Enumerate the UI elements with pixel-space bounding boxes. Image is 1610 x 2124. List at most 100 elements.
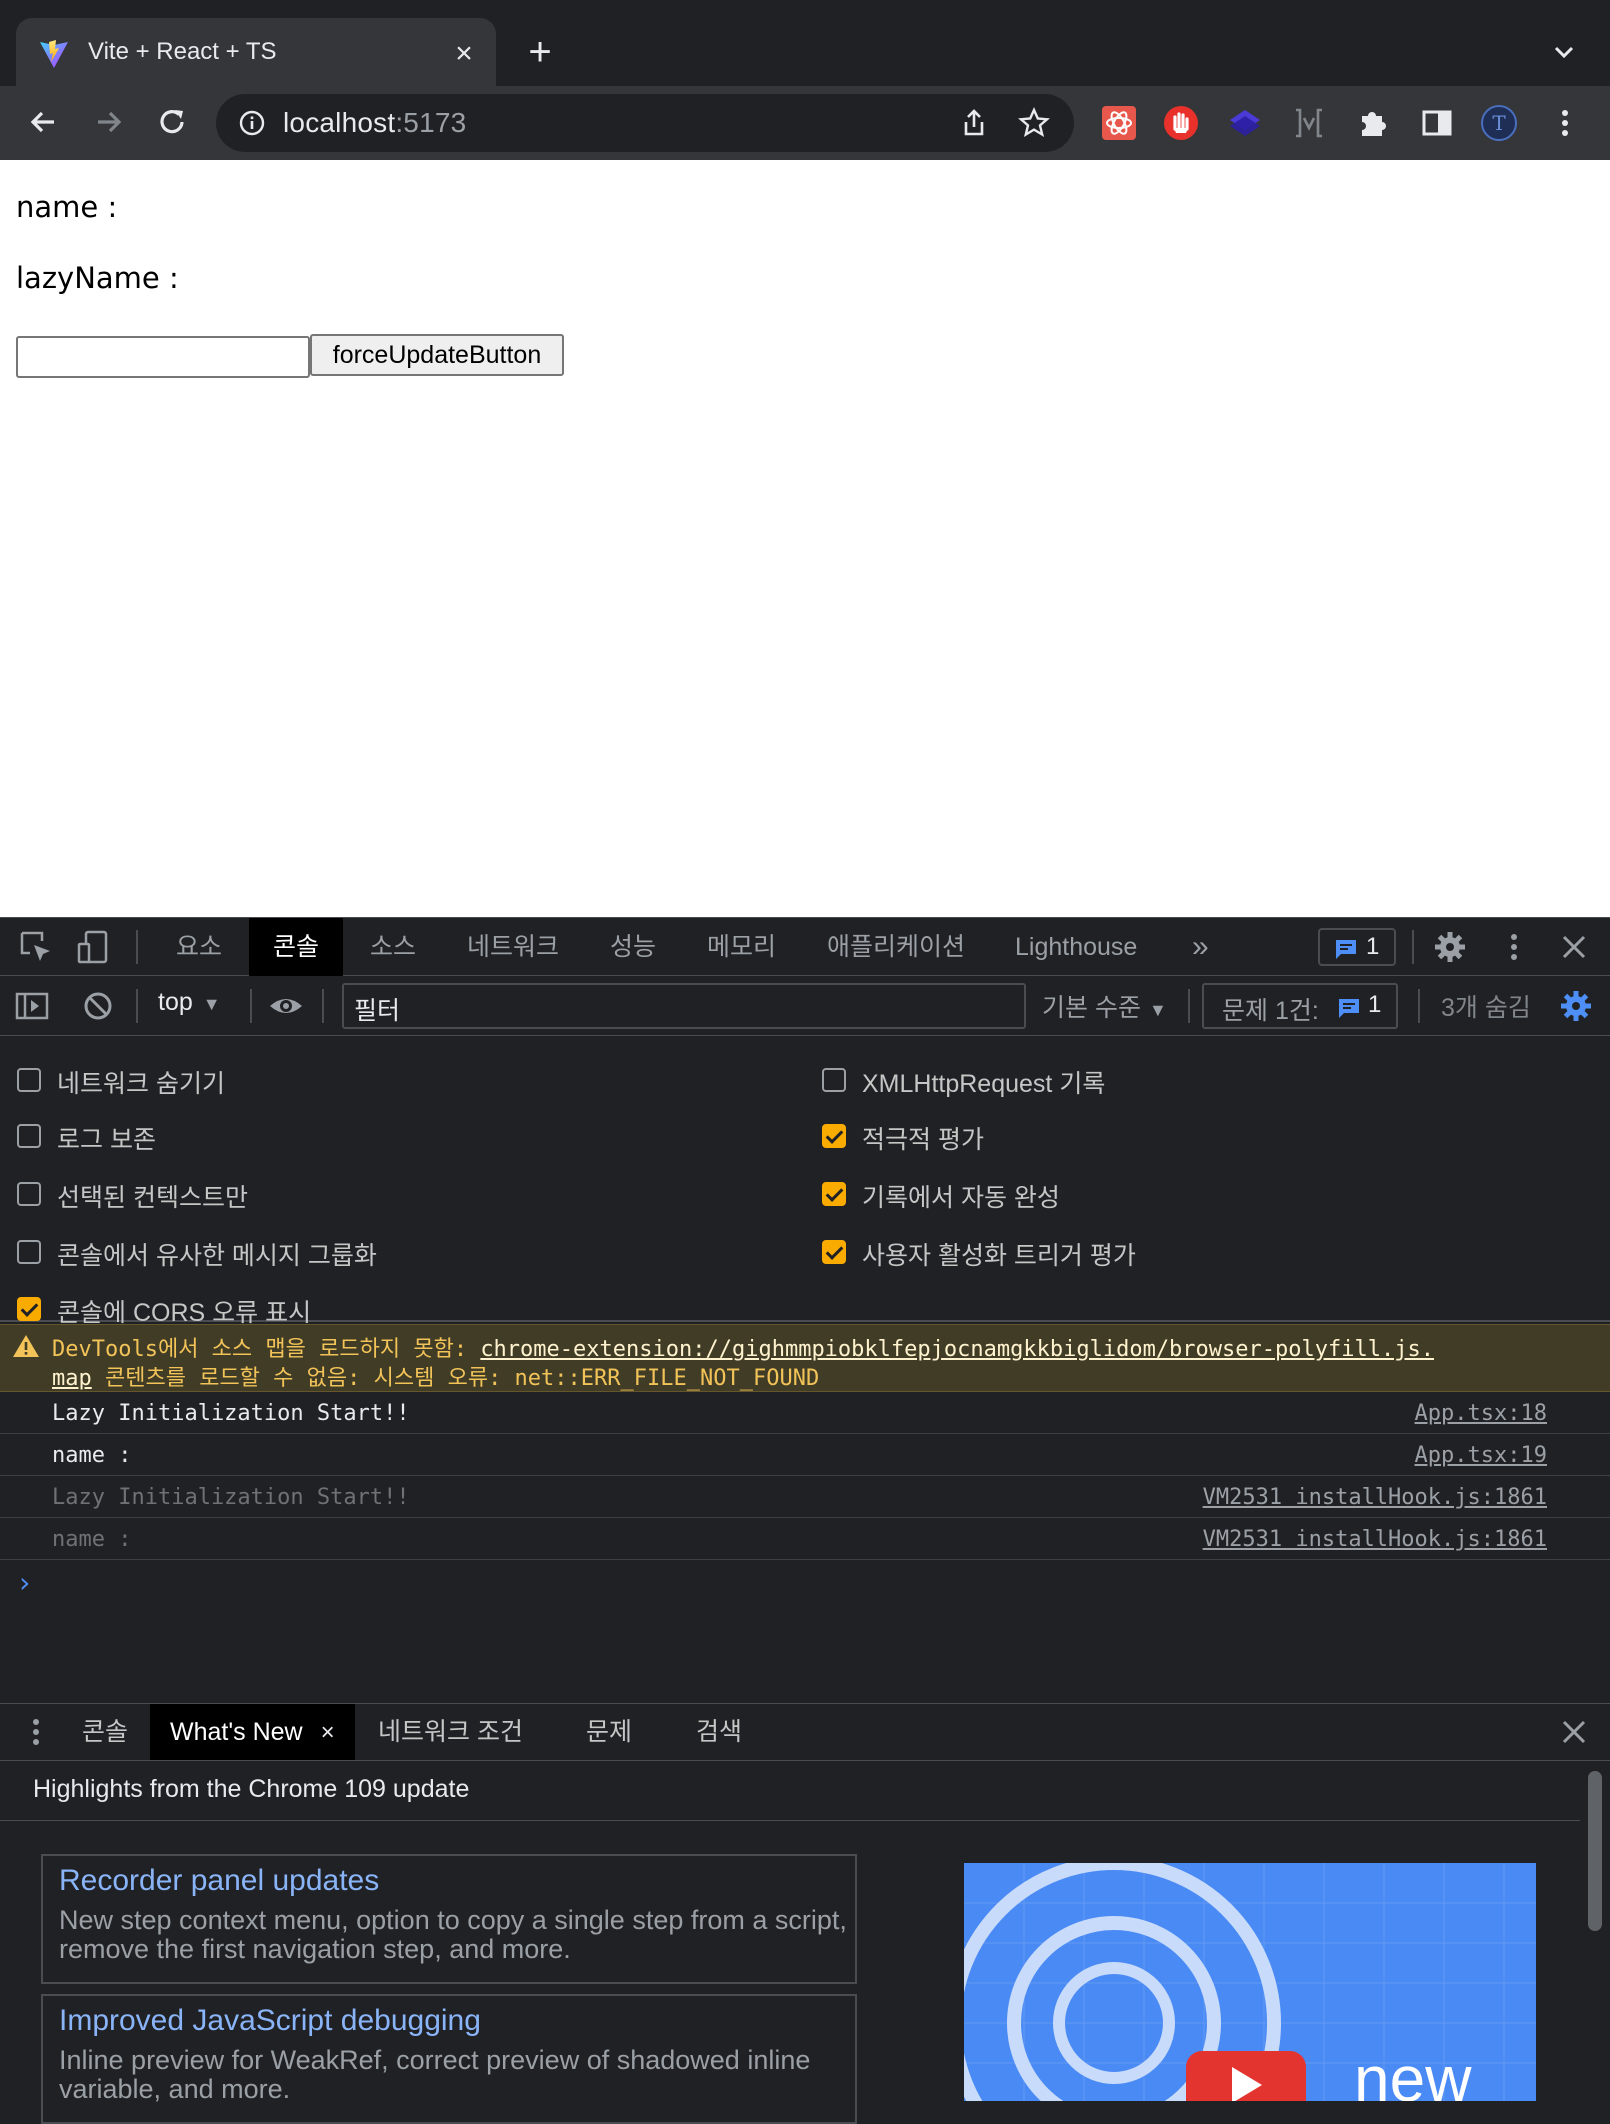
checkbox[interactable]	[17, 1068, 41, 1092]
checkbox[interactable]	[822, 1068, 846, 1092]
console-issues-button[interactable]: 문제 1건: 1	[1202, 983, 1398, 1029]
tab-strip: Vite + React + TS × +	[0, 0, 1610, 86]
console-settings-gear-icon[interactable]	[1558, 988, 1594, 1024]
checkbox[interactable]	[17, 1124, 41, 1148]
inspect-element-icon[interactable]	[18, 929, 54, 965]
log-source-link[interactable]: VM2531 installHook.js:1861	[1203, 1527, 1547, 1552]
separator	[322, 989, 324, 1023]
whats-new-panel: Highlights from the Chrome 109 update Re…	[0, 1761, 1610, 2124]
feature-card-description: Inline preview for WeakRef, correct prev…	[59, 2045, 811, 2104]
tab-network[interactable]: 네트워크	[443, 918, 583, 976]
drawer-menu-icon[interactable]	[18, 1714, 54, 1750]
feature-card[interactable]: Recorder panel updates New step context …	[41, 1854, 857, 1984]
drawer-tab-search[interactable]: 검색	[676, 1704, 762, 1760]
tab-elements[interactable]: 요소	[152, 918, 246, 976]
log-source-link[interactable]: App.tsx:18	[1415, 1401, 1547, 1426]
tab-lighthouse[interactable]: Lighthouse	[991, 918, 1161, 976]
chrome-menu-icon[interactable]	[1546, 104, 1584, 142]
checkbox-checked[interactable]	[822, 1124, 846, 1148]
layers-extension-icon[interactable]	[1226, 104, 1264, 142]
tab-application[interactable]: 애플리케이션	[803, 918, 989, 976]
tab-memory[interactable]: 메모리	[683, 918, 800, 976]
checkbox-checked[interactable]	[822, 1182, 846, 1206]
profile-avatar-icon[interactable]: T	[1480, 104, 1518, 142]
tab-console[interactable]: 콘솔	[249, 918, 344, 976]
drawer-tab-whats-new[interactable]: What's New ×	[150, 1704, 355, 1760]
tab-title: Vite + React + TS	[88, 38, 277, 65]
issue-message-icon	[1336, 940, 1356, 959]
browser-tab[interactable]: Vite + React + TS ×	[16, 18, 496, 86]
source-map-link[interactable]: chrome-extension://gighmmpiobklfepjocnam…	[480, 1337, 1434, 1362]
feature-card[interactable]: Improved JavaScript debugging Inline pre…	[41, 1994, 857, 2124]
drawer-tab-console[interactable]: 콘솔	[62, 1704, 148, 1760]
new-tab-icon[interactable]: +	[518, 30, 562, 74]
tab-close-icon[interactable]: ×	[444, 34, 484, 74]
issue-message-icon	[1339, 999, 1359, 1018]
dropdown-caret-icon: ▼	[1148, 1000, 1167, 1020]
more-tabs-chevron-icon[interactable]: »	[1168, 918, 1233, 976]
source-map-link-continued[interactable]: map	[52, 1366, 92, 1391]
log-source-link[interactable]: App.tsx:19	[1415, 1443, 1547, 1468]
separator	[250, 989, 252, 1023]
devtools-menu-icon[interactable]	[1496, 929, 1532, 965]
log-level-dropdown[interactable]: 기본 수준 ▼	[1042, 988, 1167, 1024]
console-warning-message: DevTools에서 소스 맵을 로드하지 못함: chrome-extensi…	[0, 1324, 1610, 1392]
console-prompt-input[interactable]: ›	[16, 1566, 33, 1599]
lazy-name-label: lazyName :	[16, 261, 179, 295]
console-settings: 네트워크 숨기기 로그 보존 선택된 컨텍스트만 콘솔에서 유사한 메시지 그룹…	[0, 1036, 1610, 1327]
dropdown-caret-icon: ▼	[202, 994, 221, 1014]
page-viewport: name : lazyName : forceUpdateButton	[0, 160, 1610, 917]
warning-triangle-icon	[13, 1335, 39, 1357]
bracket-extension-icon[interactable]	[1290, 104, 1328, 142]
bookmark-star-icon[interactable]	[1018, 107, 1050, 139]
adblock-extension-icon[interactable]	[1162, 104, 1200, 142]
checkbox[interactable]	[17, 1182, 41, 1206]
console-toolbar: top ▼ 필터 기본 수준 ▼ 문제 1건: 1 3개 숨김	[0, 976, 1610, 1036]
hidden-messages-count: 3개 숨김	[1441, 994, 1531, 1022]
checkbox-checked[interactable]	[822, 1240, 846, 1264]
feature-card-title[interactable]: Recorder panel updates	[59, 1864, 379, 1898]
sidebar-toggle-icon[interactable]	[14, 988, 50, 1024]
issues-counter-button[interactable]: 1	[1318, 928, 1396, 966]
back-icon[interactable]	[24, 102, 64, 142]
console-log-row: Lazy Initialization Start!! App.tsx:18	[0, 1392, 1610, 1434]
close-devtools-icon[interactable]	[1556, 929, 1592, 965]
name-label: name :	[16, 190, 118, 224]
vite-logo-icon	[40, 40, 68, 68]
react-devtools-extension-icon[interactable]	[1100, 104, 1138, 142]
clear-console-icon[interactable]	[80, 988, 116, 1024]
forward-icon[interactable]	[88, 102, 128, 142]
checkbox[interactable]	[17, 1240, 41, 1264]
drawer-tabs: 콘솔 What's New × 네트워크 조건 문제 검색	[0, 1703, 1610, 1761]
scrollbar-thumb[interactable]	[1588, 1771, 1602, 1931]
feature-card-title[interactable]: Improved JavaScript debugging	[59, 2004, 481, 2038]
tab-search-chevron-icon[interactable]	[1548, 36, 1580, 68]
extensions-puzzle-icon[interactable]	[1354, 104, 1392, 142]
close-tab-icon[interactable]: ×	[321, 1719, 335, 1746]
console-log-row: name : VM2531 installHook.js:1861	[0, 1518, 1610, 1560]
tab-sources[interactable]: 소스	[346, 918, 440, 976]
force-update-button[interactable]: forceUpdateButton	[310, 334, 564, 376]
share-icon[interactable]	[958, 107, 990, 139]
video-thumbnail[interactable]: new	[964, 1863, 1536, 2101]
address-bar[interactable]: localhost:5173	[216, 94, 1074, 152]
settings-gear-icon[interactable]	[1432, 929, 1468, 965]
drawer-tab-issues[interactable]: 문제	[566, 1704, 652, 1760]
reload-icon[interactable]	[152, 102, 192, 142]
name-input[interactable]	[16, 336, 310, 378]
log-source-link[interactable]: VM2531 installHook.js:1861	[1203, 1485, 1547, 1510]
scrollbar[interactable]	[1580, 1761, 1610, 2101]
context-selector[interactable]: top ▼	[158, 988, 221, 1017]
drawer-tab-network-conditions[interactable]: 네트워크 조건	[358, 1704, 543, 1760]
video-caption: new	[1354, 2043, 1472, 2101]
device-toolbar-icon[interactable]	[76, 929, 112, 965]
side-panel-icon[interactable]	[1418, 104, 1456, 142]
issues-count: 1	[1366, 933, 1380, 960]
live-expression-eye-icon[interactable]	[268, 988, 304, 1024]
checkbox-checked[interactable]	[17, 1297, 41, 1321]
close-drawer-icon[interactable]	[1556, 1714, 1592, 1750]
site-info-icon[interactable]	[238, 109, 266, 137]
tab-performance[interactable]: 성능	[586, 918, 680, 976]
separator	[1418, 989, 1420, 1023]
console-filter-input[interactable]: 필터	[342, 983, 1026, 1029]
